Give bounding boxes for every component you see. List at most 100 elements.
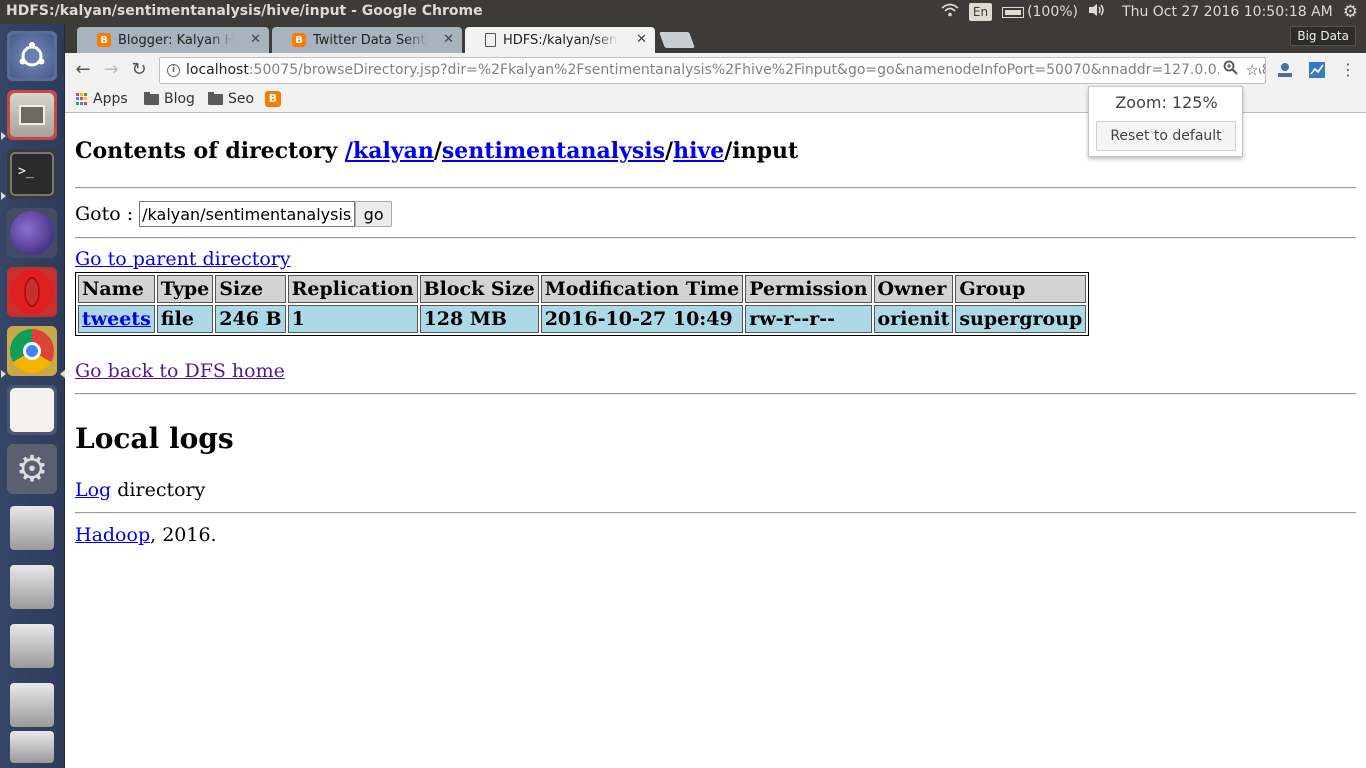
go-button[interactable]: go (355, 201, 393, 227)
new-tab-button[interactable] (659, 32, 695, 48)
column-header: Modification Time (540, 275, 744, 303)
file-link-tweets[interactable]: tweets (82, 308, 151, 330)
window-title: HDFS:/kalyan/sentimentanalysis/hive/inpu… (6, 3, 483, 19)
close-tab-icon[interactable]: ✕ (250, 32, 261, 47)
profile-button[interactable]: Big Data (1290, 26, 1356, 46)
log-suffix: directory (111, 479, 206, 501)
bookmark-label: Blog (164, 91, 195, 107)
bookmark-seo[interactable]: Seo (208, 91, 254, 107)
column-header: Owner (873, 275, 954, 303)
replication-cell: 1 (287, 305, 418, 333)
group-cell: supergroup (955, 305, 1087, 333)
opera-launcher[interactable] (7, 267, 57, 317)
tab-hdfs[interactable]: HDFS:/kalyan/sentimentanalysis ✕ (465, 27, 655, 53)
tab-label: Blogger: Kalyan Hadoop (118, 32, 233, 48)
table-row: tweets file 246 B 1 128 MB 2016-10-27 10… (78, 305, 1087, 333)
column-header: Name (78, 275, 155, 303)
eclipse-launcher[interactable] (7, 208, 57, 258)
dfs-home-link[interactable]: Go back to DFS home (75, 360, 285, 382)
apps-grid-icon (76, 93, 88, 105)
forward-arrow-icon[interactable]: → (100, 59, 122, 81)
unity-launcher: >_ ⚙ (0, 24, 65, 768)
owner-cell: orienit (873, 305, 954, 333)
footer-suffix: , 2016. (150, 524, 217, 546)
address-bar[interactable]: i localhost:50075/browseDirectory.jsp?di… (159, 57, 1266, 84)
back-arrow-icon[interactable]: ← (72, 59, 94, 81)
zoom-level-label: Zoom: 125% (1115, 93, 1218, 112)
drive-launcher-2[interactable] (7, 562, 57, 612)
tab-blogger[interactable]: B Blogger: Kalyan Hadoop ✕ (77, 27, 269, 53)
files-launcher[interactable] (7, 90, 57, 140)
path-current: input (732, 138, 799, 164)
close-tab-icon[interactable]: ✕ (443, 32, 454, 47)
column-header: Replication (287, 275, 418, 303)
drive-launcher-3[interactable] (7, 621, 57, 671)
column-header: Block Size (419, 275, 539, 303)
bookmark-blog[interactable]: Blog (144, 91, 195, 107)
terminal-launcher[interactable]: >_ (7, 149, 57, 199)
menu-dots-icon[interactable]: ⋮ (1337, 59, 1359, 81)
info-icon[interactable]: i (167, 64, 180, 77)
eclipse-icon (10, 211, 54, 255)
log-link[interactable]: Log (75, 479, 111, 501)
type-cell: file (156, 305, 214, 333)
zoom-magnifier-icon[interactable] (1223, 58, 1238, 83)
drive-launcher-4[interactable] (7, 680, 57, 730)
path-link-sentimentanalysis[interactable]: sentimentanalysis (442, 138, 665, 164)
divider (75, 237, 1356, 239)
bookmark-label: Seo (228, 91, 255, 107)
browser-toolbar: ← → ↻ i localhost:50075/browseDirectory.… (65, 53, 1366, 87)
path-link-kalyan[interactable]: /kalyan (345, 138, 434, 164)
goto-path-input[interactable] (139, 201, 356, 227)
battery-text: (100%) (1027, 4, 1079, 20)
text-editor-launcher[interactable] (7, 385, 57, 435)
chrome-launcher[interactable] (7, 326, 57, 376)
bookmark-label: Apps (93, 91, 128, 107)
chrome-icon (10, 329, 54, 373)
clock[interactable]: Thu Oct 27 2016 10:50:18 AM (1122, 4, 1333, 20)
divider (75, 187, 1356, 189)
drive-launcher-1[interactable] (7, 503, 57, 553)
extension-download-icon[interactable] (1276, 61, 1294, 79)
reset-zoom-button[interactable]: Reset to default (1096, 121, 1236, 151)
tab-label: Twitter Data Sentiment (313, 32, 428, 48)
parent-directory-link[interactable]: Go to parent directory (75, 248, 291, 270)
bookmark-blogger[interactable]: B (265, 91, 281, 107)
modification-time-cell: 2016-10-27 10:49 (540, 305, 744, 333)
wrench-gear-icon: ⚙ (15, 448, 49, 490)
system-indicators: En (100%) Thu Oct 27 2016 10:50:18 AM ⚙ (941, 0, 1358, 24)
ubuntu-top-panel: HDFS:/kalyan/sentimentanalysis/hive/inpu… (0, 0, 1366, 24)
extension-chart-icon[interactable] (1308, 61, 1326, 79)
column-header: Permission (745, 275, 872, 303)
log-line: Log directory (75, 479, 205, 501)
page-icon (485, 33, 496, 47)
directory-table: Name Type Size Replication Block Size Mo… (75, 272, 1090, 336)
tab-twitter-sentiment[interactable]: B Twitter Data Sentiment ✕ (272, 27, 462, 53)
drive-icon (10, 565, 54, 609)
system-settings-launcher[interactable]: ⚙ (7, 444, 57, 494)
battery-indicator[interactable]: (100%) (1002, 4, 1078, 20)
path-link-hive[interactable]: hive (673, 138, 724, 164)
drive-icon (10, 683, 54, 727)
bookmark-star-icon[interactable]: ☆ (1246, 58, 1259, 83)
settings-gear-icon[interactable]: ⚙ (1343, 2, 1358, 22)
zoom-bubble: Zoom: 125% Reset to default (1088, 86, 1243, 157)
goto-label: Goto : (75, 203, 134, 225)
folder-icon (208, 91, 223, 105)
tab-label: HDFS:/kalyan/sentimentanalysis (503, 32, 618, 48)
divider (75, 393, 1356, 395)
drive-icon (10, 731, 54, 763)
drive-launcher-5[interactable] (7, 729, 57, 765)
tab-strip: B Blogger: Kalyan Hadoop ✕ B Twitter Dat… (65, 24, 1366, 53)
close-tab-icon[interactable]: ✕ (636, 32, 647, 47)
volume-icon[interactable] (1088, 3, 1106, 21)
wifi-icon[interactable] (941, 3, 959, 21)
bookmark-apps[interactable]: Apps (76, 91, 128, 107)
terminal-icon: >_ (10, 152, 54, 196)
reload-icon[interactable]: ↻ (128, 59, 150, 81)
keyboard-layout-indicator[interactable]: En (968, 3, 993, 21)
dash-button[interactable] (7, 31, 57, 81)
url-path: :50075/browseDirectory.jsp?dir=%2Fkalyan… (248, 62, 1266, 78)
file-cabinet-icon (10, 93, 54, 137)
hadoop-link[interactable]: Hadoop (75, 524, 150, 546)
